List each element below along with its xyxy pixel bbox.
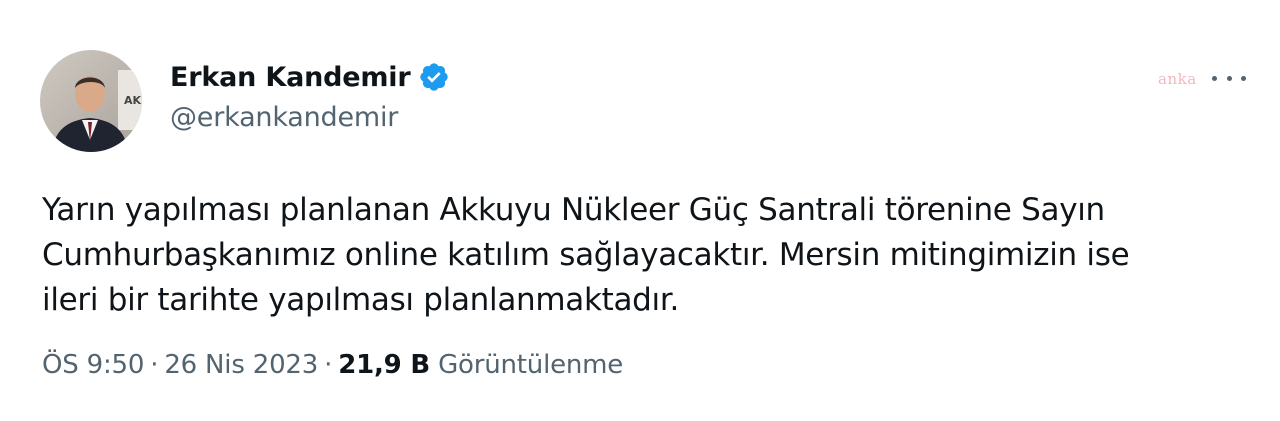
tweet-text: Yarın yapılması planlanan Akkuyu Nükleer… xyxy=(42,188,1242,323)
tweet-text-line: Yarın yapılması planlanan Akkuyu Nükleer… xyxy=(42,192,1105,228)
svg-text:AK: AK xyxy=(124,94,142,107)
dot-icon xyxy=(1226,75,1232,81)
watermark-logo: anka xyxy=(1158,70,1197,88)
tweet-card: AK Erkan Kandemir @erkankandemir anka Ya… xyxy=(0,0,1280,421)
views-label: Görüntülenme xyxy=(438,350,624,380)
author-name-row: Erkan Kandemir xyxy=(170,58,450,96)
dot-icon xyxy=(1241,75,1246,81)
avatar[interactable]: AK xyxy=(40,50,142,152)
avatar-photo: AK xyxy=(40,50,142,152)
meta-separator: · xyxy=(324,350,333,380)
tweet-text-line: Cumhurbaşkanımız online katılım sağlayac… xyxy=(42,237,1130,273)
verified-badge-icon xyxy=(418,61,450,93)
tweet-date[interactable]: 26 Nis 2023 xyxy=(164,350,318,380)
tweet-text-line: ileri bir tarihte yapılması planlanmakta… xyxy=(42,282,680,318)
meta-separator: · xyxy=(150,350,159,380)
more-options-icon[interactable] xyxy=(1212,68,1246,88)
views-count: 21,9 B xyxy=(338,350,431,380)
author-handle[interactable]: @erkankandemir xyxy=(170,102,398,133)
tweet-meta: ÖS 9:50 · 26 Nis 2023 · 21,9 B Görüntülenme xyxy=(42,350,623,380)
tweet-time[interactable]: ÖS 9:50 xyxy=(42,350,144,380)
dot-icon xyxy=(1212,75,1217,81)
author-display-name[interactable]: Erkan Kandemir xyxy=(170,62,411,93)
